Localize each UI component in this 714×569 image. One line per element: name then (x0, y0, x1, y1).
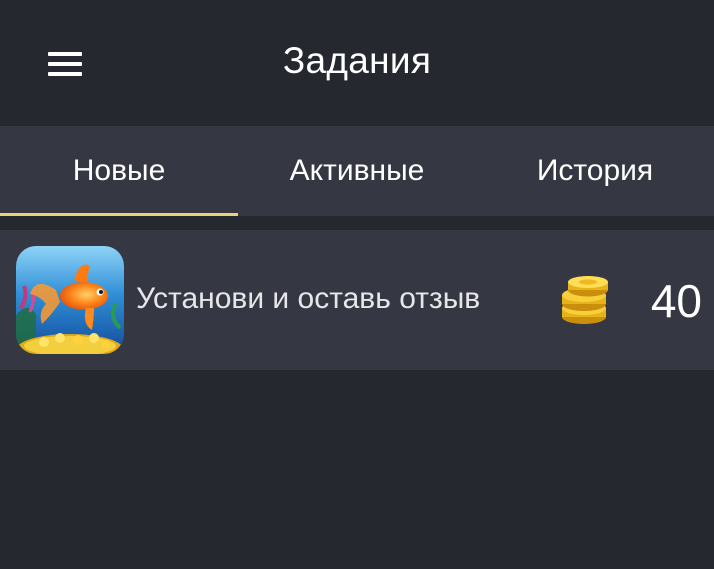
goldfish-app-icon (16, 246, 124, 354)
tab-bar: Новые Активные История (0, 126, 714, 216)
reward-amount: 40 (650, 275, 702, 327)
divider (0, 216, 714, 230)
tab-active[interactable]: Активные (238, 126, 476, 216)
coins-icon (560, 276, 612, 326)
tab-history[interactable]: История (476, 126, 714, 216)
tab-new[interactable]: Новые (0, 126, 238, 216)
page-title: Задания (282, 40, 432, 81)
app-header: Задания (0, 0, 714, 126)
app-screen: Задания Новые Активные История Установи … (0, 0, 714, 569)
task-description: Установи и оставь отзыв (136, 282, 481, 315)
task-item[interactable]: Установи и оставь отзыв 40 (0, 230, 714, 370)
